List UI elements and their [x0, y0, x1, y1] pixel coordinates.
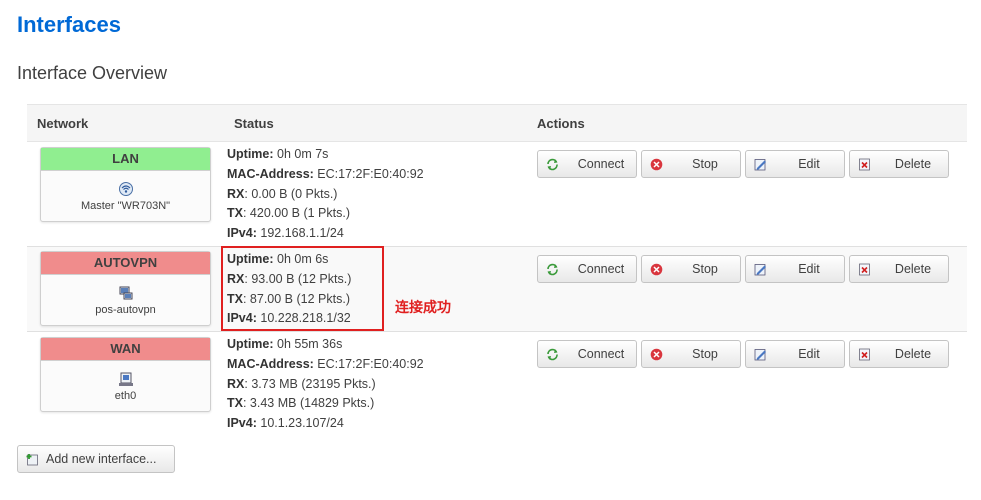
network-name: WAN — [41, 338, 210, 361]
delete-button[interactable]: Delete — [849, 255, 949, 283]
network-badge-lan[interactable]: LAN Master "WR703N" — [40, 147, 211, 222]
status-line: TX: 420.00 B (1 Pkts.) — [227, 206, 350, 221]
network-badge-wan[interactable]: WAN eth0 — [40, 337, 211, 412]
status-line: IPv4: 10.1.23.107/24 — [227, 416, 344, 431]
status-line: Uptime: 0h 55m 36s — [227, 337, 343, 351]
edit-button[interactable]: Edit — [745, 340, 845, 368]
status-line: RX: 3.73 MB (23195 Pkts.) — [227, 376, 376, 391]
header-network: Network — [37, 116, 89, 131]
status-line: IPv4: 192.168.1.1/24 — [227, 226, 344, 241]
delete-button[interactable]: Delete — [849, 340, 949, 368]
header-actions: Actions — [537, 116, 585, 131]
refresh-icon — [547, 263, 558, 276]
device-name: eth0 — [114, 390, 137, 402]
page-title: Interfaces — [17, 12, 121, 37]
stop-icon — [650, 263, 663, 276]
edit-button[interactable]: Edit — [745, 150, 845, 178]
edit-button[interactable]: Edit — [745, 255, 845, 283]
table-header: Network Status Actions — [27, 104, 967, 142]
stop-button[interactable]: Stop — [641, 150, 741, 178]
table-row-wan: WAN eth0 Uptime: 0h 55m 36s MAC-Address:… — [27, 332, 967, 436]
network-badge-autovpn[interactable]: AUTOVPN pos-autovpn — [40, 251, 211, 326]
status-lan: Uptime: 0h 0m 7s MAC-Address: EC:17:2F:E… — [227, 145, 424, 244]
section-title: Interface Overview — [17, 63, 168, 83]
edit-icon — [754, 349, 766, 361]
header-status: Status — [234, 116, 274, 131]
stop-button[interactable]: Stop — [641, 255, 741, 283]
refresh-icon — [547, 158, 558, 171]
edit-icon — [754, 159, 766, 171]
device-name: pos-autovpn — [95, 304, 156, 316]
table-row-autovpn: AUTOVPN pos-autovpn Uptime: 0h 0m 6s RX:… — [27, 247, 967, 332]
edit-icon — [754, 264, 766, 276]
status-wan: Uptime: 0h 55m 36s MAC-Address: EC:17:2F… — [227, 335, 424, 434]
network-name: LAN — [41, 148, 210, 171]
vpn-tunnel-icon — [119, 286, 132, 300]
refresh-icon — [547, 348, 558, 361]
status-line: MAC-Address: EC:17:2F:E0:40:92 — [227, 166, 424, 181]
status-line: TX: 3.43 MB (14829 Pkts.) — [227, 396, 375, 411]
add-interface-button[interactable]: Add new interface... — [17, 445, 175, 473]
status-line: MAC-Address: EC:17:2F:E0:40:92 — [227, 356, 424, 371]
network-name: AUTOVPN — [41, 252, 210, 275]
interfaces-table: Network Status Actions LAN Master "WR703… — [27, 104, 967, 436]
device-name: Master "WR703N" — [80, 200, 171, 212]
wifi-icon — [118, 182, 133, 196]
connect-button[interactable]: Connect — [537, 340, 637, 368]
ethernet-icon — [118, 372, 133, 386]
connect-button[interactable]: Connect — [537, 150, 637, 178]
delete-button[interactable]: Delete — [849, 150, 949, 178]
delete-icon — [859, 263, 870, 276]
status-line: RX: 0.00 B (0 Pkts.) — [227, 186, 338, 201]
status-line: Uptime: 0h 0m 7s — [227, 147, 329, 161]
delete-icon — [859, 348, 870, 361]
delete-icon — [859, 158, 870, 171]
connect-button[interactable]: Connect — [537, 255, 637, 283]
annotation-text: 连接成功 — [395, 300, 451, 316]
table-row-lan: LAN Master "WR703N" Uptime: 0h 0m 7s MAC… — [27, 142, 967, 247]
stop-icon — [650, 158, 663, 171]
stop-button[interactable]: Stop — [641, 340, 741, 368]
stop-icon — [650, 348, 663, 361]
add-icon — [26, 454, 38, 466]
highlight-box — [221, 246, 384, 331]
